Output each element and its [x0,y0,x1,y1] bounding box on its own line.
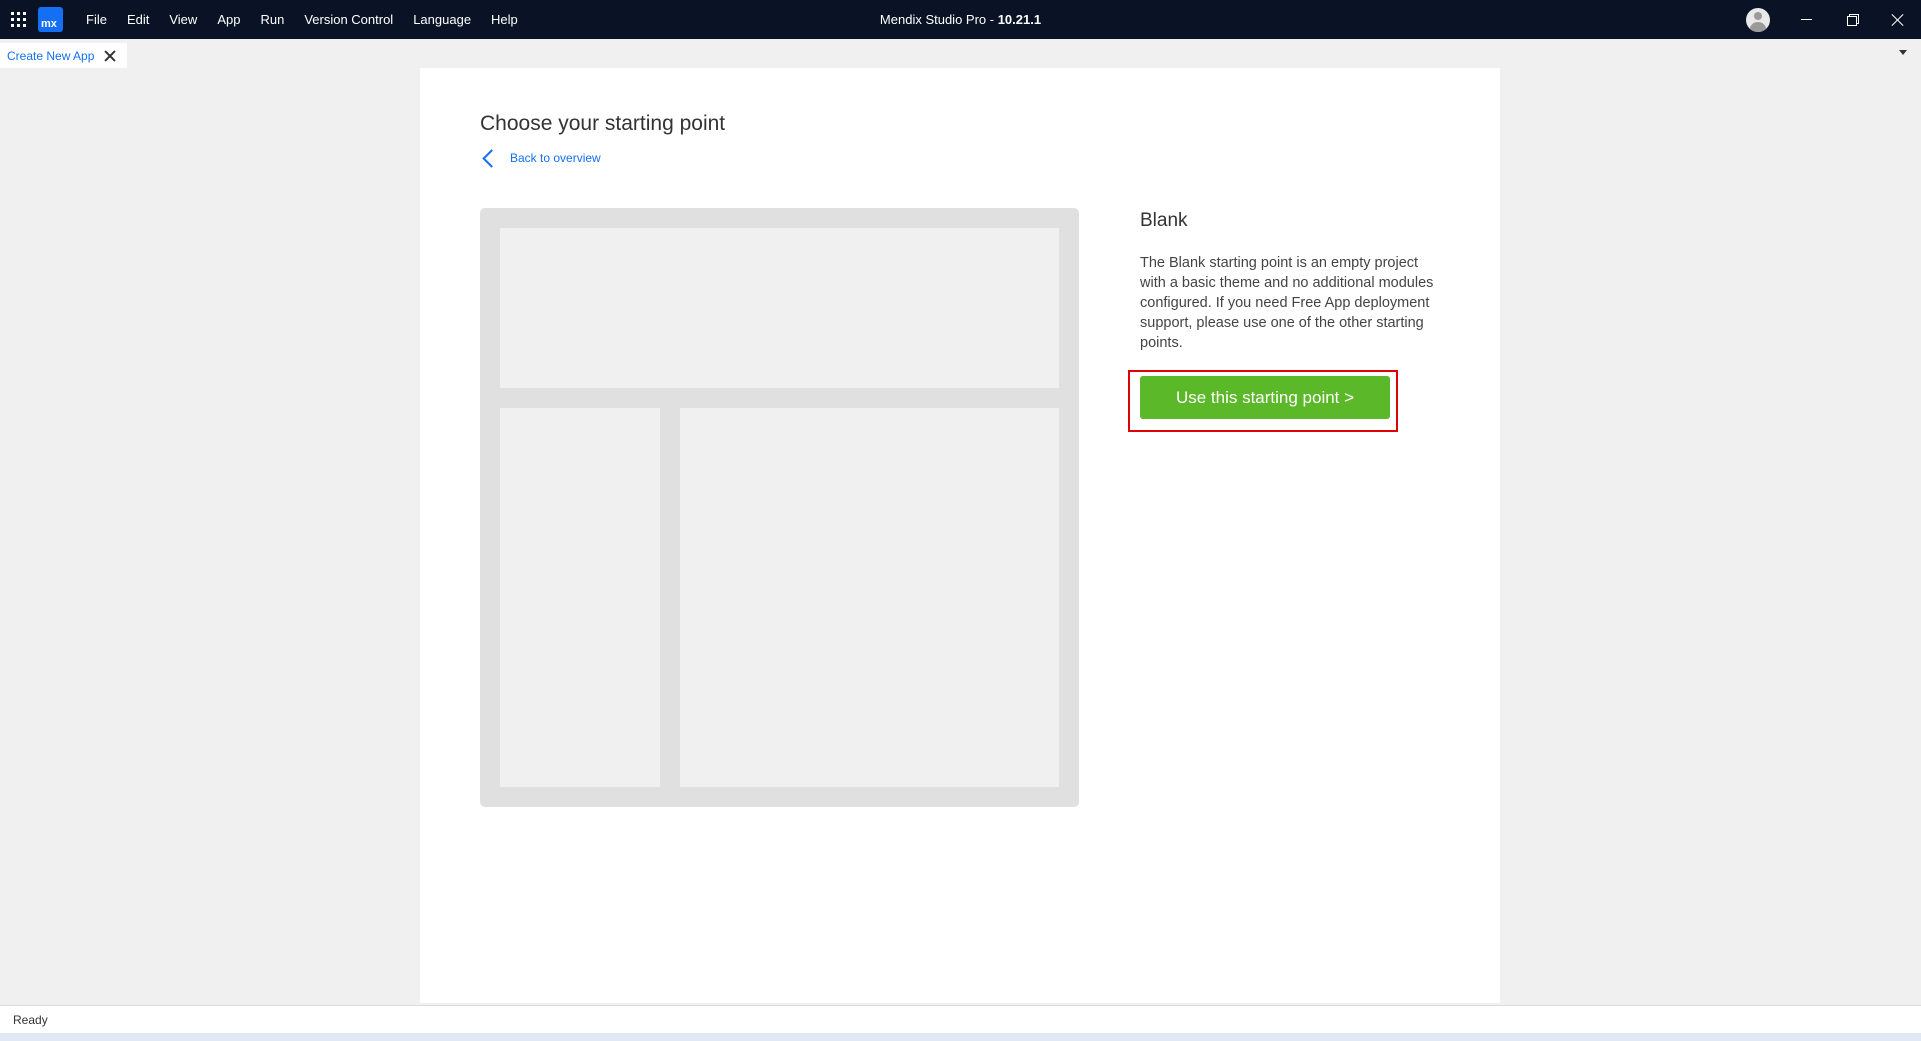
window-title: Mendix Studio Pro - 10.21.1 [0,0,1921,39]
status-bar: Ready [0,1005,1921,1033]
taskbar-strip [0,1033,1921,1041]
title-bar: mx File Edit View App Run Version Contro… [0,0,1921,39]
use-starting-point-button[interactable]: Use this starting point > [1140,376,1390,419]
status-text: Ready [13,1013,48,1027]
user-avatar-icon[interactable] [1746,8,1770,32]
restore-icon [1846,14,1859,26]
minimize-icon [1800,19,1812,20]
tab-create-new-app[interactable]: Create New App [0,43,127,68]
chevron-left-icon [482,148,501,168]
tab-overflow-chevron-down-icon[interactable] [1899,50,1907,55]
minimize-button[interactable] [1783,0,1829,39]
starting-point-panel: Choose your starting point Back to overv… [420,68,1500,1003]
template-description: The Blank starting point is an empty pro… [1140,255,1434,351]
restore-button[interactable] [1829,0,1875,39]
tab-bar: Create New App [0,39,1921,68]
tab-close-icon[interactable] [105,51,115,61]
template-name: Blank [1140,210,1188,231]
back-link-label: Back to overview [510,151,601,165]
template-preview [480,208,1079,807]
preview-main-block [680,408,1059,787]
window-version: 10.21.1 [997,12,1042,27]
preview-header-block [500,228,1059,388]
close-icon [1892,14,1904,26]
window-app-name: Mendix Studio Pro - [879,12,998,27]
preview-sidebar-block [500,408,660,787]
back-to-overview-link[interactable]: Back to overview [480,147,601,169]
close-window-button[interactable] [1875,0,1921,39]
page-title: Choose your starting point [480,112,726,135]
template-details: Blank The Blank starting point is an emp… [1140,208,1440,353]
tab-label: Create New App [7,48,95,63]
